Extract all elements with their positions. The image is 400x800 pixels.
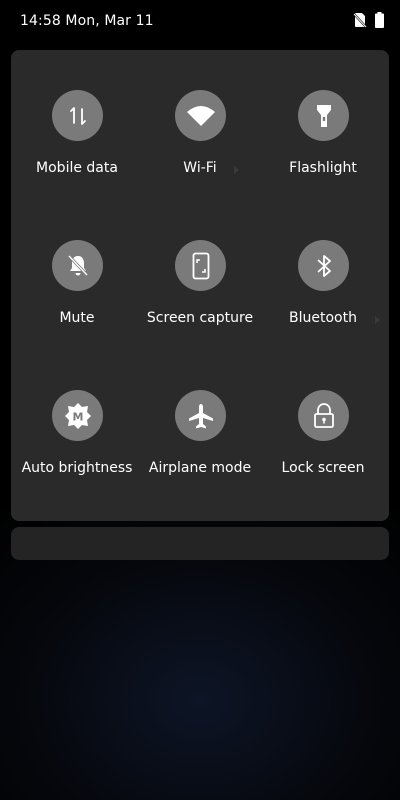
tile-label: Flashlight — [289, 160, 357, 176]
status-icons — [353, 12, 384, 32]
auto-brightness-icon: M — [52, 390, 103, 441]
status-time-date: 14:58 Mon, Mar 11 — [20, 13, 154, 29]
status-bar: 14:58 Mon, Mar 11 — [0, 0, 400, 44]
tile-lock-screen[interactable]: Lock screen — [261, 350, 385, 490]
wifi-expand-icon[interactable] — [234, 166, 239, 174]
tile-flashlight[interactable]: Flashlight — [261, 50, 385, 190]
tile-mute[interactable]: Mute — [15, 200, 139, 340]
mute-bell-icon — [52, 240, 103, 291]
tile-airplane-mode[interactable]: Airplane mode — [138, 350, 262, 490]
tile-auto-brightness[interactable]: M Auto brightness — [15, 350, 139, 490]
tile-wifi[interactable]: Wi-Fi — [138, 50, 262, 190]
airplane-icon — [175, 390, 226, 441]
bluetooth-icon — [298, 240, 349, 291]
screen-capture-icon — [175, 240, 226, 291]
quick-settings-panel: Mobile data Wi-Fi Flashlight Mute Screen… — [11, 50, 389, 521]
mobile-data-icon — [52, 90, 103, 141]
tile-label: Lock screen — [281, 460, 365, 476]
flashlight-icon — [298, 90, 349, 141]
bluetooth-expand-icon[interactable] — [375, 316, 380, 324]
tile-screen-capture[interactable]: Screen capture — [138, 200, 262, 340]
battery-icon — [375, 12, 384, 32]
brightness-slider-bar[interactable] — [11, 527, 389, 560]
lock-icon — [298, 390, 349, 441]
tile-label: Bluetooth — [289, 310, 357, 326]
tile-bluetooth[interactable]: Bluetooth — [261, 200, 385, 340]
no-sim-icon — [353, 12, 367, 32]
tile-mobile-data[interactable]: Mobile data — [15, 50, 139, 190]
screen: 14:58 Mon, Mar 11 Mobile data Wi-Fi Flas… — [0, 0, 400, 800]
auto-brightness-glyph: M — [72, 410, 83, 423]
wifi-icon — [175, 90, 226, 141]
